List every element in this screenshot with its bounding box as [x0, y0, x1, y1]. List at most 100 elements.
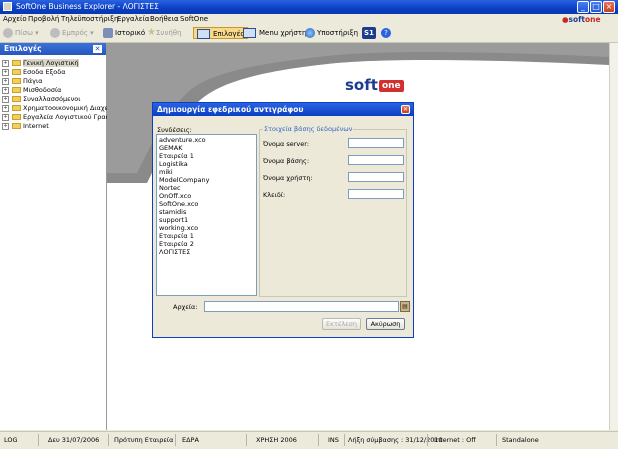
status-divider	[427, 434, 428, 446]
dialog-close-icon[interactable]: ✕	[401, 105, 410, 114]
tree-item-fixed-assets[interactable]: + Πάγια	[2, 77, 43, 86]
panel-close-icon[interactable]: ✕	[93, 45, 102, 53]
status-divider	[175, 434, 176, 446]
status-internet: Internet : Off	[434, 436, 476, 444]
s1-button[interactable]: S1	[362, 27, 376, 39]
options-panel-title: Επιλογές	[4, 44, 42, 53]
tree-item-financial-management[interactable]: + Χρηματοοικονομική Διαχεί	[2, 104, 110, 113]
connection-item[interactable]: working.xco	[159, 224, 198, 232]
expand-icon[interactable]: +	[2, 68, 9, 76]
softone-logo: soft one	[345, 76, 404, 94]
status-mode: Standalone	[502, 436, 539, 444]
status-divider	[38, 434, 39, 446]
connections-list[interactable]: adventure.xco GEMAK Εταιρεία 1 Logistika…	[156, 134, 257, 296]
cancel-button[interactable]: Ακύρωση	[366, 318, 405, 330]
connection-item[interactable]: Nortec	[159, 184, 181, 192]
username-label: Όνομα χρήστη:	[263, 174, 313, 182]
status-contract-expiry: Λήξη σύμβασης : 31/12/2010	[348, 436, 443, 444]
globe-icon	[305, 28, 315, 38]
browse-folder-icon[interactable]: ▤	[400, 301, 410, 312]
tree-item-payroll[interactable]: + Μισθοδοσία	[2, 86, 61, 95]
database-info-label: Στοιχεία βάσης δεδομένων	[263, 125, 354, 133]
folder-icon	[12, 123, 21, 129]
back-arrow-icon	[3, 28, 13, 38]
server-name-label: Όνομα server:	[263, 140, 310, 148]
connection-item[interactable]: Εταιρεία 2	[159, 240, 194, 248]
menu-remote-support[interactable]: Τηλεϋποστήριξη	[61, 15, 118, 23]
history-icon	[103, 28, 113, 38]
dialog-title-bar: Δημιουργία εφεδρικού αντιγράφου ✕	[153, 103, 413, 116]
tree-item-general-ledger[interactable]: + Γενική Λογιστική	[2, 59, 79, 68]
status-bar: LOG Δευ 31/07/2006 Πρότυπη Εταιρεία ΕΔΡΑ…	[0, 431, 618, 449]
status-fiscal-year: ΧΡΗΣΗ 2006	[256, 436, 297, 444]
username-input[interactable]	[348, 172, 404, 182]
options-panel-header: Επιλογές ✕	[0, 43, 106, 55]
folder-icon	[12, 105, 21, 111]
tree-item-income-expense[interactable]: + Εσοδα Εξοδα	[2, 68, 66, 77]
folder-icon	[12, 78, 21, 84]
connection-item[interactable]: GEMAK	[159, 144, 182, 152]
menu-help[interactable]: Βοήθεια	[150, 15, 179, 23]
expand-icon[interactable]: +	[2, 104, 9, 112]
close-button[interactable]: ×	[603, 1, 615, 13]
folder-icon	[12, 60, 21, 66]
execute-button[interactable]: Εκτέλεση	[322, 318, 361, 330]
connection-item[interactable]: ModelCompany	[159, 176, 209, 184]
connection-item[interactable]: miki	[159, 168, 173, 176]
tree-item-traders[interactable]: + Συναλλασσόμενοι	[2, 95, 80, 104]
folder-icon	[12, 69, 21, 75]
password-label: Κλειδί:	[263, 191, 286, 199]
options-button[interactable]: Επιλογές	[193, 27, 249, 39]
forward-button[interactable]: Εμπρός ▾	[50, 27, 94, 39]
maximize-button[interactable]: □	[590, 1, 602, 13]
menu-bar: Αρχείο Προβολή Τηλεϋποστήριξη Εργαλεία Β…	[0, 14, 618, 25]
favorites-button[interactable]: ★Συνήθη	[147, 27, 182, 39]
connection-item[interactable]: Logistika	[159, 160, 188, 168]
app-icon	[3, 2, 12, 11]
connection-item[interactable]: stamidis	[159, 208, 186, 216]
menu-softone[interactable]: SoftOne	[180, 15, 208, 23]
connection-item[interactable]: ΛΟΓΙΣΤΕΣ	[159, 248, 190, 256]
expand-icon[interactable]: +	[2, 95, 9, 103]
help-button[interactable]: ?	[381, 27, 393, 39]
backup-dialog: Δημιουργία εφεδρικού αντιγράφου ✕ Συνδέσ…	[152, 102, 414, 338]
connection-item[interactable]: OnOff.xco	[159, 192, 191, 200]
expand-icon[interactable]: +	[2, 86, 9, 94]
status-divider	[318, 434, 319, 446]
window-title: SoftOne Business Explorer - ΛΟΓΙΣΤΕΣ	[16, 2, 159, 11]
options-panel: Επιλογές ✕ + Γενική Λογιστική + Εσοδα Εξοδ…	[0, 43, 110, 430]
expand-icon[interactable]: +	[2, 77, 9, 85]
database-name-input[interactable]	[348, 155, 404, 165]
files-path-input[interactable]	[204, 301, 399, 312]
connection-item[interactable]: Εταιρεία 1	[159, 232, 194, 240]
status-company: Πρότυπη Εταιρεία	[114, 436, 174, 444]
expand-icon[interactable]: +	[2, 122, 9, 130]
server-name-input[interactable]	[348, 138, 404, 148]
tree-item-internet[interactable]: + Internet	[2, 122, 49, 131]
user-menu-button[interactable]: Menu χρήστη	[243, 27, 306, 39]
toolbar: Πίσω ▾ Εμπρός ▾ Ιστορικό ★Συνήθη Επιλογέ…	[0, 25, 618, 43]
connection-item[interactable]: Εταιρεία 1	[159, 152, 194, 160]
connection-item[interactable]: SoftOne.xco	[159, 200, 198, 208]
options-panel-icon	[197, 29, 210, 39]
menu-view[interactable]: Προβολή	[28, 15, 59, 23]
status-date: Δευ 31/07/2006	[48, 436, 100, 444]
menu-file[interactable]: Αρχείο	[3, 15, 27, 23]
expand-icon[interactable]: +	[2, 59, 9, 67]
connection-item[interactable]: adventure.xco	[159, 136, 206, 144]
user-menu-icon	[243, 28, 256, 38]
softone-brand-logo: ●softone	[562, 15, 601, 24]
help-icon: ?	[381, 28, 391, 38]
history-button[interactable]: Ιστορικό	[103, 27, 145, 39]
minimize-button[interactable]: _	[577, 1, 589, 13]
menu-tools[interactable]: Εργαλεία	[117, 15, 150, 23]
password-input[interactable]	[348, 189, 404, 199]
support-button[interactable]: Υποστήριξη	[305, 27, 358, 39]
expand-icon[interactable]: +	[2, 113, 9, 121]
connection-item[interactable]: support1	[159, 216, 188, 224]
tree-item-accounting-office-tools[interactable]: + Εργαλεία Λογιστικού Γραφ	[2, 113, 110, 122]
vertical-scrollbar[interactable]	[609, 43, 618, 430]
connections-label: Συνδέσεις:	[157, 126, 192, 134]
title-bar: SoftOne Business Explorer - ΛΟΓΙΣΤΕΣ _ □…	[0, 0, 618, 14]
back-button[interactable]: Πίσω ▾	[3, 27, 39, 39]
